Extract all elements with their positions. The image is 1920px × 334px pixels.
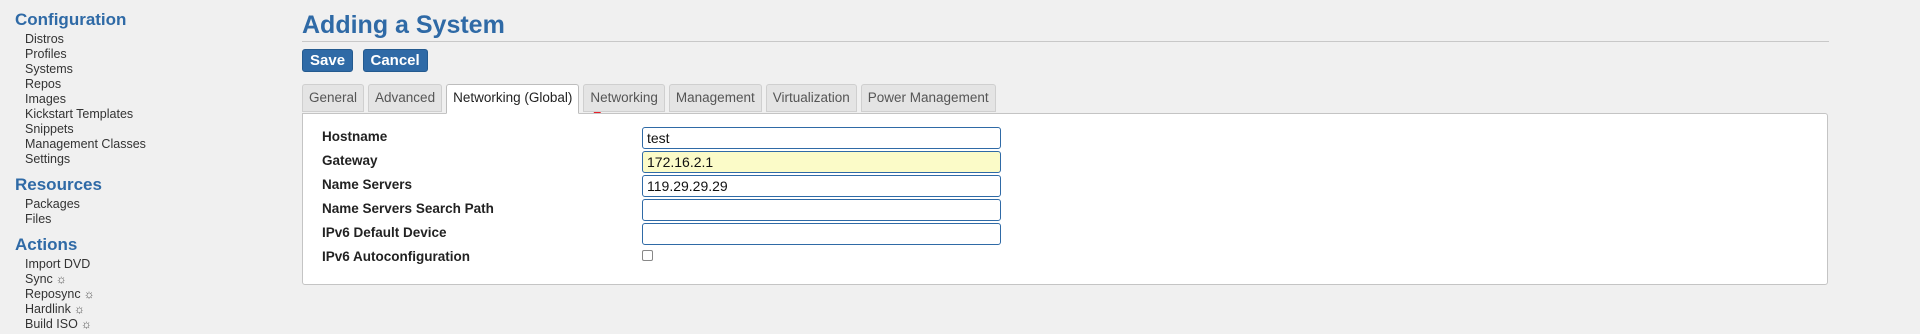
hardlink-label: Hardlink [25, 302, 71, 316]
gateway-label: Gateway [322, 153, 378, 168]
gear-icon: ☼ [80, 317, 92, 331]
sidebar-item-files[interactable]: Files [25, 212, 255, 227]
configuration-list: Distros Profiles Systems Repos Images Ki… [15, 32, 255, 167]
reposync-label: Reposync [25, 287, 81, 301]
name-servers-search-input[interactable] [642, 199, 1001, 221]
gateway-input[interactable] [642, 151, 1001, 173]
sidebar-item-settings[interactable]: Settings [25, 152, 255, 167]
name-servers-search-label: Name Servers Search Path [322, 201, 494, 216]
sidebar-nav: Configuration Distros Profiles Systems R… [15, 10, 255, 332]
sidebar-heading-configuration: Configuration [15, 10, 127, 29]
resources-list: Packages Files [15, 197, 255, 227]
networking-global-panel: Hostname Gateway Name Servers Name Serve… [302, 113, 1828, 285]
gear-icon: ☼ [83, 287, 95, 301]
sidebar-item-reposync[interactable]: Reposync ☼ [25, 287, 255, 302]
tab-advanced[interactable]: Advanced [368, 84, 443, 112]
tab-general[interactable]: General [302, 84, 365, 112]
sidebar-item-repos[interactable]: Repos [25, 77, 255, 92]
page-title: Adding a System [302, 11, 505, 39]
tab-power-management[interactable]: Power Management [860, 84, 996, 112]
sidebar-item-kickstart-templates[interactable]: Kickstart Templates [25, 107, 255, 122]
name-servers-label: Name Servers [322, 177, 413, 192]
sidebar-item-distros[interactable]: Distros [25, 32, 255, 47]
save-button[interactable]: Save [302, 49, 354, 72]
gear-icon: ☼ [55, 272, 67, 286]
build-iso-label: Build ISO [25, 317, 78, 331]
actions-list: Import DVD Sync ☼ Reposync ☼ Hardlink ☼ Bui… [15, 257, 255, 332]
sidebar-item-sync[interactable]: Sync ☼ [25, 272, 255, 287]
tab-virtualization[interactable]: Virtualization [765, 84, 857, 112]
hostname-input[interactable] [642, 127, 1001, 149]
ipv6-default-device-label: IPv6 Default Device [322, 225, 447, 240]
sidebar-item-hardlink[interactable]: Hardlink ☼ [25, 302, 255, 317]
sidebar-item-build-iso[interactable]: Build ISO ☼ [25, 317, 255, 332]
sync-label: Sync [25, 272, 53, 286]
sidebar-item-management-classes[interactable]: Management Classes [25, 137, 255, 152]
cancel-button[interactable]: Cancel [362, 49, 428, 72]
ipv6-autoconfig-checkbox[interactable] [642, 250, 653, 261]
ipv6-autoconfig-label: IPv6 Autoconfiguration [322, 249, 470, 264]
button-bar: Save Cancel [302, 49, 1829, 72]
main-content: Adding a System Save Cancel General Adva… [302, 9, 1829, 285]
sidebar-item-profiles[interactable]: Profiles [25, 47, 255, 62]
sidebar-heading-actions: Actions [15, 235, 78, 254]
sidebar-item-packages[interactable]: Packages [25, 197, 255, 212]
name-servers-input[interactable] [642, 175, 1001, 197]
tab-bar: General Advanced Networking (Global) Net… [302, 84, 1829, 114]
sidebar-item-systems[interactable]: Systems [25, 62, 255, 77]
tab-management[interactable]: Management [668, 84, 762, 112]
sidebar-item-images[interactable]: Images [25, 92, 255, 107]
sidebar-heading-resources: Resources [15, 175, 102, 194]
hostname-label: Hostname [322, 129, 388, 144]
gear-icon: ☼ [73, 302, 85, 316]
sidebar-item-snippets[interactable]: Snippets [25, 122, 255, 137]
tab-networking-global[interactable]: Networking (Global) [446, 84, 580, 114]
ipv6-default-device-input[interactable] [642, 223, 1001, 245]
sidebar-item-import-dvd[interactable]: Import DVD [25, 257, 255, 272]
title-divider [302, 41, 1829, 42]
tab-networking[interactable]: Networking [583, 84, 665, 112]
